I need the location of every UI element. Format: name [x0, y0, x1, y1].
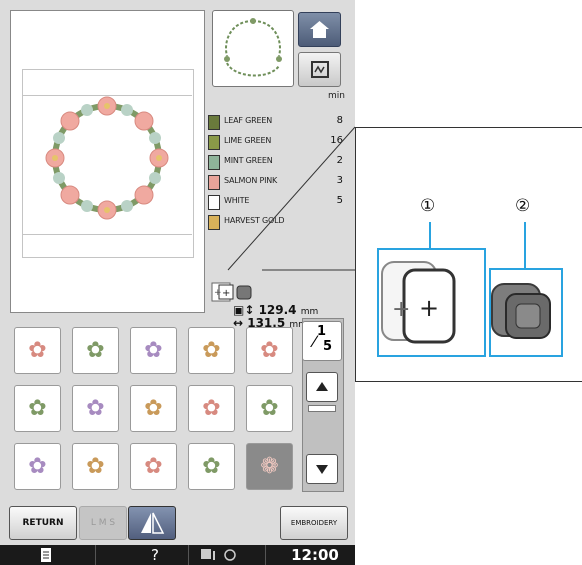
callout-number-1: ① [420, 196, 436, 216]
callout-number-2: ② [515, 196, 531, 216]
callout-leaders [429, 222, 526, 268]
